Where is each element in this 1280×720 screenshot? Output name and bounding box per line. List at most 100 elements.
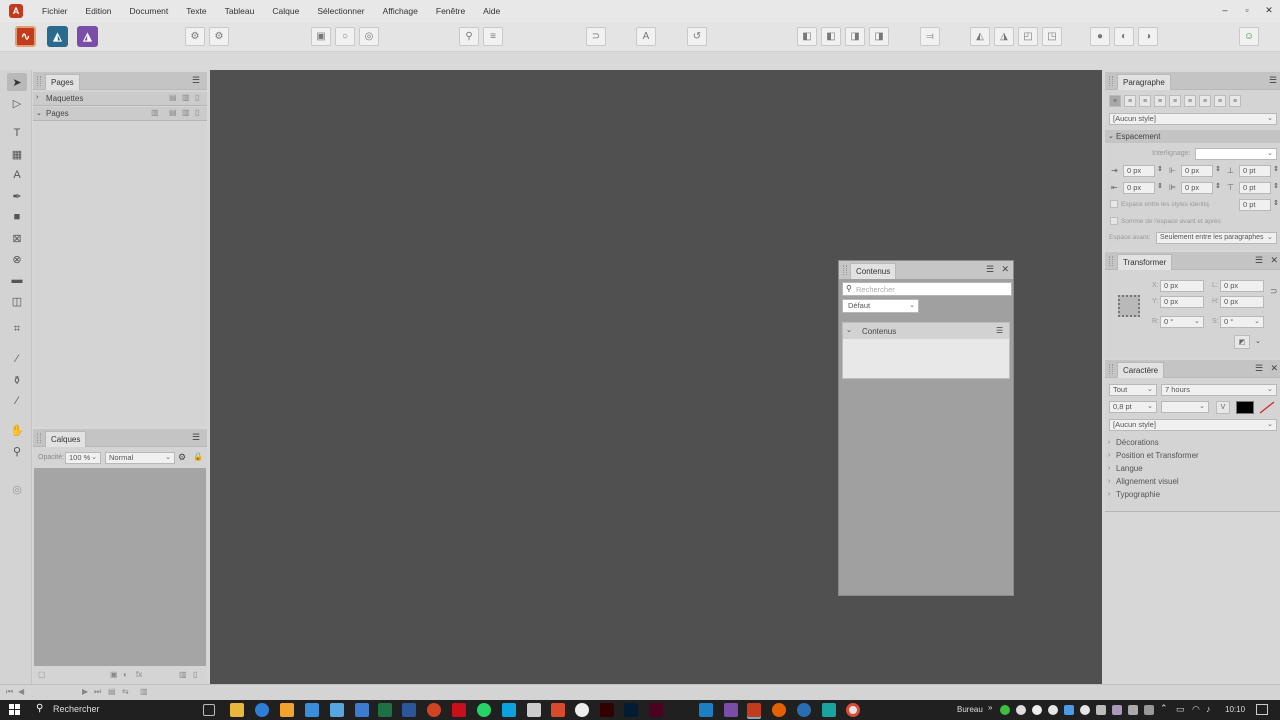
windows-start-icon[interactable] xyxy=(9,704,20,715)
section-position[interactable]: › Position et Transformer xyxy=(1105,449,1280,462)
boolean-intersect-icon[interactable]: ◑ xyxy=(1138,27,1158,46)
grip-icon[interactable] xyxy=(1109,76,1113,86)
panel-menu-icon[interactable]: ☰ xyxy=(1255,256,1264,265)
firefox-icon[interactable] xyxy=(772,703,786,717)
place-image-tool-icon[interactable]: ▬ xyxy=(7,271,27,289)
tab-calques[interactable]: Calques xyxy=(45,431,87,447)
last-page-icon[interactable]: ⏭ xyxy=(94,687,101,697)
menu-tableau[interactable]: Tableau xyxy=(216,0,264,22)
text-frame-tool-icon[interactable]: T xyxy=(7,124,27,142)
panel-menu-icon[interactable]: ☰ xyxy=(192,433,201,442)
page-options-icon[interactable]: ▥ xyxy=(151,108,159,117)
first-page-icon[interactable]: ⏮ xyxy=(6,687,13,697)
align-away-spine-icon[interactable]: ≡ xyxy=(1229,95,1241,107)
maquettes-row[interactable]: › Maquettes ▤ ▥ ▯ xyxy=(33,92,207,106)
preview-mode-icon[interactable]: ○ xyxy=(335,27,355,46)
panel-menu-icon[interactable]: ☰ xyxy=(986,265,995,274)
tray-icon[interactable] xyxy=(1032,705,1042,715)
menu-affichage[interactable]: Affichage xyxy=(374,0,427,22)
contents-filter-select[interactable]: Défaut ⌄ xyxy=(842,299,919,313)
close-button[interactable]: ✕ xyxy=(1258,0,1280,20)
last-line-field[interactable]: 0 px xyxy=(1181,182,1213,194)
move-tool-icon[interactable]: ➤ xyxy=(7,73,27,91)
close-icon[interactable]: ✕ xyxy=(1001,264,1009,275)
x-field[interactable]: 0 px xyxy=(1160,280,1204,292)
menu-fenetre[interactable]: Fenêtre xyxy=(427,0,474,22)
add-page-icon[interactable]: ▤ xyxy=(169,108,177,117)
kerning-icon[interactable]: V xyxy=(1216,401,1230,414)
stepper-icon[interactable]: ⇕ xyxy=(1157,182,1163,190)
app-icon[interactable] xyxy=(797,703,811,717)
tab-transformer[interactable]: Transformer xyxy=(1117,254,1173,270)
arrange-backward-icon[interactable]: ◧ xyxy=(821,27,841,46)
font-style-select[interactable]: ⌄ xyxy=(1161,401,1209,413)
tray-icon[interactable] xyxy=(1000,705,1010,715)
close-icon[interactable]: ✕ xyxy=(1270,255,1278,266)
justify-left-icon[interactable]: ≡ xyxy=(1154,95,1166,107)
tab-paragraphe[interactable]: Paragraphe xyxy=(1117,74,1171,90)
text-fill-swatch[interactable] xyxy=(1236,401,1254,414)
tray-icon[interactable] xyxy=(1128,705,1138,715)
battery-icon[interactable]: ▭ xyxy=(1176,704,1185,715)
gear-icon[interactable]: ⚙ xyxy=(178,452,186,463)
tray-icon[interactable] xyxy=(1096,705,1106,715)
adjustment-icon[interactable]: ◐ xyxy=(123,670,128,679)
wifi-icon[interactable]: ◠ xyxy=(1192,704,1200,715)
edge-icon[interactable] xyxy=(255,703,269,717)
section-alignement[interactable]: › Alignement visuel xyxy=(1105,475,1280,488)
table-tool-icon[interactable]: ▦ xyxy=(7,145,27,163)
fx-icon[interactable]: fx xyxy=(136,670,142,679)
justify-center-icon[interactable]: ≡ xyxy=(1169,95,1181,107)
blend-mode-select[interactable]: Normal ⌄ xyxy=(105,452,175,464)
menu-fichier[interactable]: Fichier xyxy=(33,0,77,22)
menu-aide[interactable]: Aide xyxy=(474,0,509,22)
tab-pages[interactable]: Pages xyxy=(45,74,80,90)
zoom-tool-icon[interactable]: ⚲ xyxy=(7,442,27,460)
lock-icon[interactable]: 🔒 xyxy=(193,452,203,461)
powerpoint-icon[interactable] xyxy=(427,703,441,717)
file-explorer-icon[interactable] xyxy=(230,703,244,717)
minimize-button[interactable]: – xyxy=(1214,0,1236,20)
acrobat-icon[interactable] xyxy=(452,703,466,717)
duplicate-master-icon[interactable]: ▥ xyxy=(182,93,190,102)
chrome-icon[interactable] xyxy=(846,703,860,717)
panel-menu-icon[interactable]: ☰ xyxy=(1255,364,1264,373)
panel-menu-icon[interactable]: ☰ xyxy=(192,76,201,85)
tray-icon[interactable] xyxy=(1016,705,1026,715)
leading-field[interactable]: ⌄ xyxy=(1195,148,1277,160)
delete-master-icon[interactable]: ▯ xyxy=(195,93,199,102)
section-typographie[interactable]: › Typographie xyxy=(1105,488,1280,501)
illustrator-icon[interactable] xyxy=(600,703,614,717)
section-decorations[interactable]: › Décorations xyxy=(1105,436,1280,449)
rectangle-tool-icon[interactable]: ■ xyxy=(7,208,27,226)
tray-icon[interactable] xyxy=(1064,705,1074,715)
arrange-forward-icon[interactable]: ◨ xyxy=(845,27,865,46)
transform-icon[interactable]: ↺ xyxy=(687,27,707,46)
same-style-spacing-field[interactable]: 0 pt xyxy=(1239,199,1271,211)
app-icon[interactable] xyxy=(280,703,294,717)
affinity-publisher-icon[interactable] xyxy=(724,703,738,717)
font-size-field[interactable]: 0,8 pt ⌄ xyxy=(1109,401,1157,413)
pages-icon[interactable]: ▥ xyxy=(140,687,148,696)
close-icon[interactable]: ✕ xyxy=(1270,363,1278,374)
store-icon[interactable] xyxy=(305,703,319,717)
word-icon[interactable] xyxy=(402,703,416,717)
rotate-right-icon[interactable]: ◳ xyxy=(1042,27,1062,46)
text-frame-icon[interactable]: A xyxy=(636,27,656,46)
grip-icon[interactable] xyxy=(843,265,847,275)
app-icon[interactable] xyxy=(330,703,344,717)
space-before-field[interactable]: 0 pt xyxy=(1239,165,1271,177)
vector-crop-tool-icon[interactable]: ◫ xyxy=(7,292,27,310)
settings-icon[interactable]: ⚙ xyxy=(185,27,205,46)
preferences-icon[interactable]: ⚙ xyxy=(209,27,229,46)
publisher-persona-icon[interactable]: ◮ xyxy=(77,26,98,47)
pin-icon[interactable]: ⚲ xyxy=(459,27,479,46)
paragraph-style-select[interactable]: [Aucun style] ⌄ xyxy=(1109,113,1277,125)
pen-tool-icon[interactable]: ✒ xyxy=(7,187,27,205)
excel-icon[interactable] xyxy=(378,703,392,717)
designer-persona-icon[interactable]: ∿ xyxy=(15,26,36,47)
menu-selectionner[interactable]: Sélectionner xyxy=(308,0,373,22)
section-langue[interactable]: › Langue xyxy=(1105,462,1280,475)
menu-edition[interactable]: Edition xyxy=(77,0,121,22)
grip-icon[interactable] xyxy=(37,433,41,443)
